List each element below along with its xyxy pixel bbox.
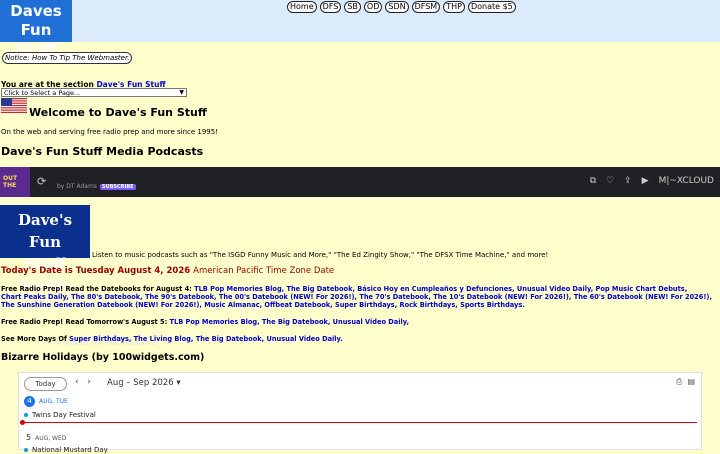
timezone-label: American Pacific Time Zone Date — [193, 266, 335, 276]
tip-notice-button[interactable]: Notice: How To Tip The Webmaster. — [2, 52, 133, 64]
page-select[interactable]: Click to Select a Page... ▼ — [1, 88, 187, 97]
event-dot-icon — [24, 448, 28, 452]
chevron-left-icon[interactable]: ‹ — [75, 377, 79, 387]
calendar-tools: ⎙ ▤ — [676, 377, 695, 387]
read-tomorrow: Free Radio Prep! Read Tomorrow's August … — [1, 318, 410, 326]
day-header-2: 5 AUG, WED — [26, 433, 67, 442]
heart-icon[interactable]: ♡ — [606, 176, 614, 186]
mixcloud-player: OUT THE ⟳ A Slice Of The '80s #85-08-03 … — [0, 167, 720, 347]
welcome-heading: Welcome to Dave's Fun Stuff — [29, 106, 207, 119]
calendar-nav: ‹ › — [75, 377, 91, 387]
read-today-line3: The Sunshine Generation Datebook (NEW! F… — [1, 301, 525, 309]
nav-sdn-button[interactable]: SDN — [385, 1, 409, 13]
nav-home-button[interactable]: Home — [287, 1, 317, 13]
datebook-links[interactable]: TLB Pop Memories Blog, The Big Datebook,… — [194, 285, 687, 293]
subscribe-button[interactable]: SUBSCRIBE — [99, 184, 136, 190]
nav-dfsm-button[interactable]: DFSM — [411, 1, 441, 13]
top-nav: Home DFS SB OD SDN DFSM THP Donate $5 — [287, 1, 519, 13]
more-days-links[interactable]: Super Birthdays, The Living Blog, The Bi… — [69, 335, 343, 343]
podcast-author: by DT Adams SUBSCRIBE — [57, 183, 136, 190]
current-time-line — [22, 422, 697, 423]
read-today-line2: Chart Peaks Daily, The 80's Datebook, Th… — [1, 293, 712, 301]
calendar-range[interactable]: Aug – Sep 2026 ▾ — [107, 378, 181, 388]
listen-text: Listen to music podcasts such as "The IS… — [92, 251, 549, 259]
nav-donate-button[interactable]: Donate $5 — [467, 1, 516, 13]
nav-dfs-button[interactable]: DFS — [319, 1, 342, 13]
print-icon[interactable]: ⎙ — [676, 377, 682, 386]
nav-sb-button[interactable]: SB — [344, 1, 361, 13]
media-logo[interactable]: Dave's Fun Stuff Media — [0, 205, 90, 295]
calendar-event[interactable]: Twins Day Festival — [24, 411, 96, 419]
repost-icon[interactable]: ⧉ — [590, 176, 596, 186]
logo-line1: Daves — [10, 2, 62, 20]
us-flag-icon — [1, 98, 27, 113]
todays-date: Today's Date is Tuesday August 4, 2026 A… — [1, 266, 334, 276]
datebook-links-3[interactable]: The Sunshine Generation Datebook (NEW! F… — [1, 301, 525, 309]
more-days: See More Days Of Super Birthdays, The Li… — [1, 335, 343, 343]
nav-od-button[interactable]: OD — [363, 1, 383, 13]
read-today-line1: Free Radio Prep! Read the Datebooks for … — [1, 285, 688, 293]
site-logo[interactable]: Daves Fun Stuff — [0, 0, 72, 58]
calendar-event[interactable]: National Mustard Day — [24, 446, 108, 454]
podcasts-heading: Dave's Fun Stuff Media Podcasts — [1, 145, 204, 158]
nav-thp-button[interactable]: THP — [443, 1, 465, 13]
repeat-icon[interactable]: ⟳ — [37, 175, 46, 188]
player-controls: ⧉ ♡ ⇪ ▶ M|~XCLOUD — [580, 176, 714, 186]
podcast-thumbnail[interactable]: OUT THE — [0, 167, 30, 197]
chevron-right-icon[interactable]: › — [87, 377, 91, 387]
page-select-value: Click to Select a Page... — [4, 89, 81, 97]
calendar-today-button[interactable]: Today — [24, 377, 67, 391]
day-header-1: 4 AUG, TUE — [24, 396, 68, 407]
chevron-down-icon: ▼ — [179, 89, 184, 96]
todays-date-label: Today's Date is Tuesday August 4, 2026 — [1, 266, 191, 276]
caret-down-icon: ▾ — [176, 378, 181, 388]
media-logo-line1: Dave's Fun — [17, 211, 73, 251]
share-icon[interactable]: ⇪ — [624, 176, 632, 186]
tomorrow-links[interactable]: TLB Pop Memories Blog, The Big Datebook,… — [170, 318, 410, 326]
mixcloud-brand[interactable]: M|~XCLOUD — [659, 176, 714, 186]
holiday-calendar: Today ‹ › Aug – Sep 2026 ▾ ⎙ ▤ 4 AUG, TUE… — [18, 372, 702, 454]
bizarre-holidays-heading: Bizarre Holidays (by 100widgets.com) — [1, 352, 205, 363]
agenda-view-icon[interactable]: ▤ — [687, 377, 695, 386]
event-dot-icon — [24, 413, 28, 417]
datebook-links-2[interactable]: Chart Peaks Daily, The 80's Datebook, Th… — [1, 293, 712, 301]
tagline: On the web and serving free radio prep a… — [1, 128, 219, 136]
play-icon[interactable]: ▶ — [642, 176, 649, 186]
